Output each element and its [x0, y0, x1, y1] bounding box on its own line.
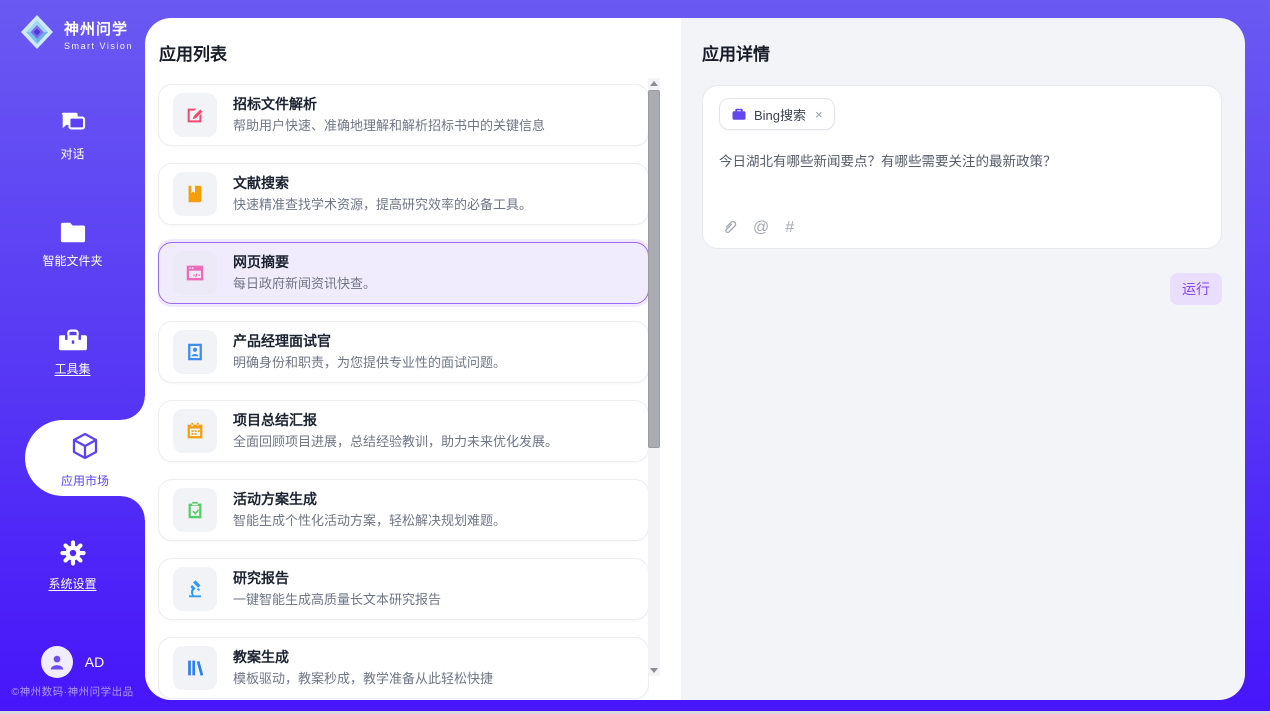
list-scrollbar[interactable] — [648, 78, 660, 676]
tool-tag-bing[interactable]: Bing搜索 × — [719, 98, 835, 130]
app-card-desc: 全面回顾项目进展，总结经验教训，助力未来优化发展。 — [233, 433, 558, 452]
app-card-desc: 模板驱动，教案秒成，教学准备从此轻松快捷 — [233, 670, 493, 689]
copyright-footer: ©神州数码·神州问学出品 — [0, 684, 145, 699]
book-icon — [173, 172, 217, 216]
app-card[interactable]: 文献搜索 快速精准查找学术资源，提高研究效率的必备工具。 — [158, 163, 649, 225]
cube-icon — [69, 449, 101, 466]
app-detail-title: 应用详情 — [702, 40, 1222, 65]
attachment-icon[interactable] — [720, 219, 737, 236]
app-logo: 神州问学 Smart Vision — [18, 13, 133, 56]
app-card[interactable]: 活动方案生成 智能生成个性化活动方案，轻松解决规划难题。 — [158, 479, 649, 541]
sidebar-item-settings[interactable]: 系统设置 — [0, 538, 145, 592]
app-list-panel: 应用列表 招标文件解析 帮助用户快速、准确地理解和解析招标书中的关键信息 文献搜… — [145, 18, 681, 700]
chat-icon — [58, 108, 88, 125]
gear-icon — [58, 538, 88, 555]
sidebar-item-label: 系统设置 — [0, 575, 145, 592]
avatar — [41, 646, 73, 678]
user-initials: AD — [85, 654, 104, 670]
microscope-icon — [173, 567, 217, 611]
run-button[interactable]: 运行 — [1170, 273, 1222, 305]
sidebar-item-toolset[interactable]: 工具集 — [0, 325, 145, 377]
edit-square-icon — [173, 93, 217, 137]
sidebar-item-label: 工具集 — [0, 360, 145, 377]
app-card-title: 网页摘要 — [233, 252, 376, 272]
tag-close-icon[interactable]: × — [815, 108, 823, 121]
scroll-up-arrow[interactable] — [648, 78, 660, 89]
browser-icon — [173, 251, 217, 295]
sidebar-item-smart-folder[interactable]: 智能文件夹 — [0, 219, 145, 269]
app-card-desc: 一键智能生成高质量长文本研究报告 — [233, 591, 441, 610]
app-card-desc: 明确身份和职责，为您提供专业性的面试问题。 — [233, 354, 506, 373]
sidebar-item-label: 对话 — [0, 145, 145, 162]
app-card[interactable]: 项目总结汇报 全面回顾项目进展，总结经验教训，助力未来优化发展。 — [158, 400, 649, 462]
sidebar: 神州问学 Smart Vision 对话 智能文件夹 工具集 — [0, 0, 145, 714]
app-card[interactable]: 教案生成 模板驱动，教案秒成，教学准备从此轻松快捷 — [158, 637, 649, 699]
sidebar-item-app-market[interactable]: 应用市场 — [25, 420, 145, 496]
brand-name: 神州问学 — [64, 21, 128, 38]
app-card-title: 招标文件解析 — [233, 94, 545, 114]
sidebar-item-chat[interactable]: 对话 — [0, 108, 145, 162]
app-card-desc: 智能生成个性化活动方案，轻松解决规划难题。 — [233, 512, 506, 531]
main-content: 应用列表 招标文件解析 帮助用户快速、准确地理解和解析招标书中的关键信息 文献搜… — [145, 18, 1245, 700]
sidebar-item-label: 智能文件夹 — [0, 252, 145, 269]
clipboard-check-icon — [173, 488, 217, 532]
scroll-down-arrow[interactable] — [648, 665, 660, 676]
app-list-title: 应用列表 — [159, 40, 227, 65]
calendar-icon — [173, 409, 217, 453]
brand-diamond-icon — [18, 13, 56, 56]
topic-icon[interactable]: # — [785, 220, 794, 236]
toolbox-icon — [57, 325, 89, 342]
app-detail-panel: 应用详情 Bing搜索 × 今日湖北有哪些新闻要点？有哪些需要关注的最新政策？ — [681, 18, 1245, 700]
app-card-title: 文献搜索 — [233, 173, 532, 193]
interviewer-icon — [173, 330, 217, 374]
app-card-desc: 快速精准查找学术资源，提高研究效率的必备工具。 — [233, 196, 532, 215]
app-card[interactable]: 研究报告 一键智能生成高质量长文本研究报告 — [158, 558, 649, 620]
tool-tag-label: Bing搜索 — [754, 105, 806, 124]
app-list: 招标文件解析 帮助用户快速、准确地理解和解析招标书中的关键信息 文献搜索 快速精… — [158, 84, 649, 700]
app-card-title: 项目总结汇报 — [233, 410, 558, 430]
prompt-composer: Bing搜索 × 今日湖北有哪些新闻要点？有哪些需要关注的最新政策？ @ # — [702, 85, 1222, 249]
sidebar-item-label: 应用市场 — [25, 472, 145, 489]
mention-icon[interactable]: @ — [753, 220, 769, 236]
app-card[interactable]: 产品经理面试官 明确身份和职责，为您提供专业性的面试问题。 — [158, 321, 649, 383]
user-profile[interactable]: AD — [0, 646, 145, 678]
prompt-input[interactable]: 今日湖北有哪些新闻要点？有哪些需要关注的最新政策？ — [719, 152, 1205, 210]
briefcase-icon — [731, 106, 747, 122]
app-card-title: 教案生成 — [233, 647, 493, 667]
app-card-title: 研究报告 — [233, 568, 441, 588]
books-icon — [173, 646, 217, 690]
brand-tagline: Smart Vision — [64, 41, 133, 51]
app-card-desc: 每日政府新闻资讯快查。 — [233, 275, 376, 294]
scrollbar-thumb[interactable] — [648, 90, 660, 448]
app-card-selected[interactable]: 网页摘要 每日政府新闻资讯快查。 — [158, 242, 649, 304]
app-card-desc: 帮助用户快速、准确地理解和解析招标书中的关键信息 — [233, 117, 545, 136]
app-card[interactable]: 招标文件解析 帮助用户快速、准确地理解和解析招标书中的关键信息 — [158, 84, 649, 146]
folder-icon — [58, 219, 88, 236]
app-card-title: 产品经理面试官 — [233, 331, 506, 351]
app-card-title: 活动方案生成 — [233, 489, 506, 509]
